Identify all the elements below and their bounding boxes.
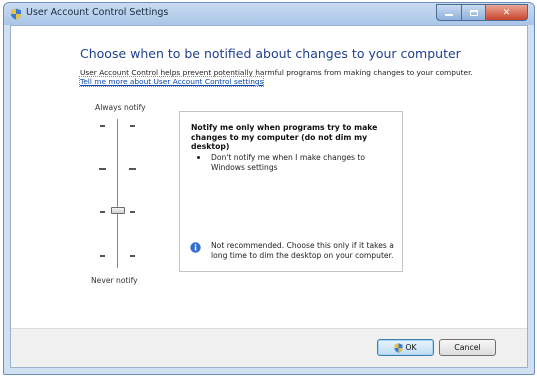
cancel-button[interactable]: Cancel [439, 339, 496, 356]
close-icon: ✕ [502, 7, 511, 18]
slider-bottom-label: Never notify [91, 276, 138, 285]
level-recommendation-note: Not recommended. Choose this only if it … [211, 241, 394, 260]
bullet-icon [197, 156, 200, 159]
uac-shield-icon [394, 342, 403, 353]
caption-buttons: ✕ [436, 4, 528, 21]
slider-tick [129, 168, 136, 170]
slider-tick [100, 211, 105, 213]
level-description-title: Notify me only when programs try to make… [191, 123, 378, 151]
uac-shield-icon [11, 8, 21, 20]
maximize-button[interactable] [462, 4, 486, 21]
uac-help-link[interactable]: Tell me more about User Account Control … [78, 76, 265, 87]
slider-tick [99, 168, 106, 170]
uac-settings-window: User Account Control Settings ✕ Choose w… [3, 2, 535, 375]
info-icon [190, 242, 201, 253]
slider-tick [100, 255, 105, 257]
ok-button-label: OK [405, 343, 417, 352]
window-title: User Account Control Settings [26, 7, 169, 18]
notification-level-slider-track[interactable] [117, 119, 118, 268]
level-description-panel: Notify me only when programs try to make… [179, 111, 403, 272]
slider-tick [130, 211, 135, 213]
maximize-icon [469, 9, 478, 16]
slider-tick [100, 125, 105, 127]
minimize-icon [445, 14, 453, 16]
content-area: Choose when to be notified about changes… [10, 25, 528, 368]
page-description: User Account Control helps prevent poten… [80, 68, 473, 77]
dialog-footer: OK Cancel [11, 328, 527, 367]
cancel-button-label: Cancel [454, 343, 481, 352]
page-heading: Choose when to be notified about changes… [80, 46, 461, 61]
notification-level-slider-thumb[interactable] [111, 207, 125, 214]
slider-tick [130, 125, 135, 127]
minimize-button[interactable] [436, 4, 462, 21]
ok-button[interactable]: OK [377, 339, 434, 356]
level-description-bullet: Don't notify me when I make changes to W… [211, 153, 366, 172]
close-button[interactable]: ✕ [486, 4, 528, 21]
slider-top-label: Always notify [95, 103, 146, 112]
slider-tick [130, 255, 135, 257]
title-bar[interactable]: User Account Control Settings ✕ [4, 3, 534, 25]
